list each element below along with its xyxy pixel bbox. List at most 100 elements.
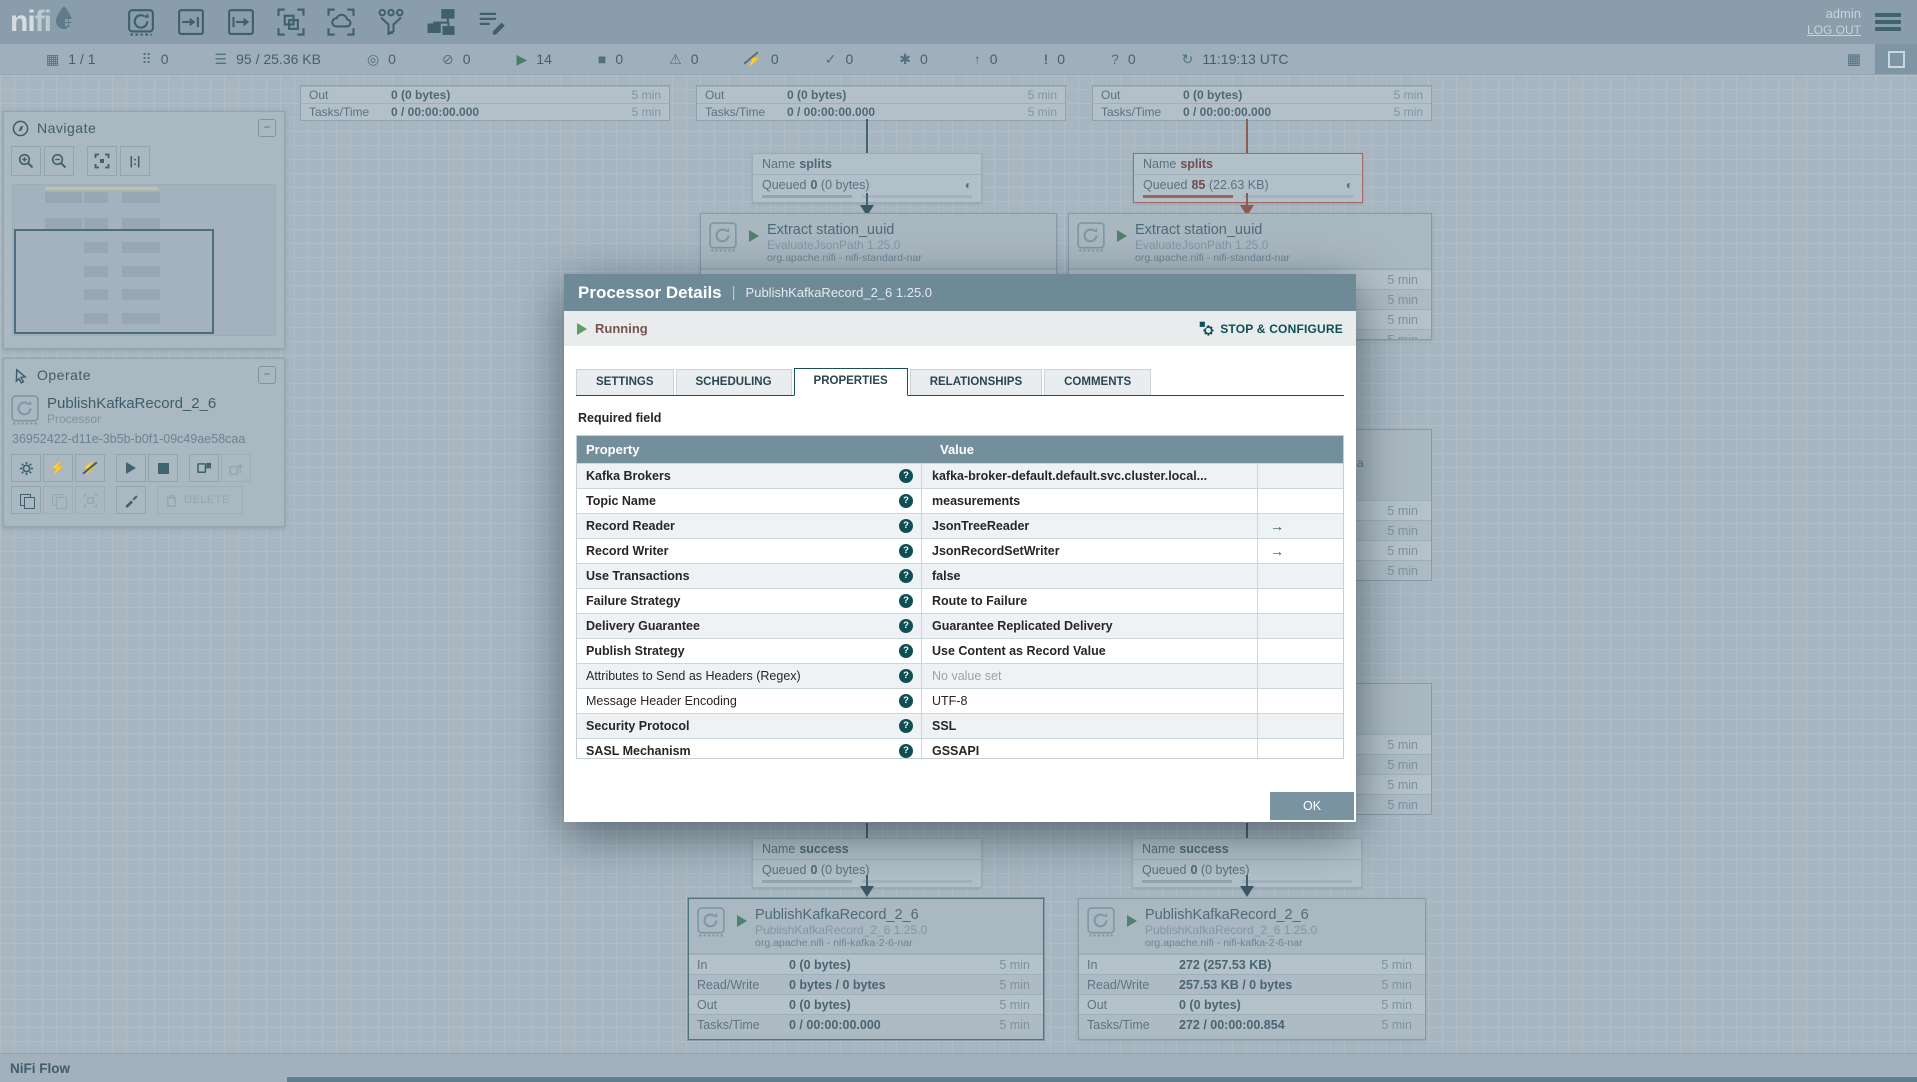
last-refresh[interactable]: ↻ 11:19:13 UTC [1182,51,1289,68]
zoom-in-icon [18,153,34,169]
dialog-tab[interactable]: SCHEDULING [676,369,792,395]
connection-name: success [1179,842,1228,856]
help-icon[interactable]: ? [899,469,913,483]
birdseye-block [45,187,158,190]
navigate-panel: Navigate − |:| [3,111,285,349]
delete-button[interactable]: DELETE [157,486,243,514]
help-icon[interactable]: ? [899,519,913,533]
processor-publishkafkarecord-right[interactable]: PublishKafkaRecord_2_6 PublishKafkaRecor… [1078,898,1426,1040]
help-icon[interactable]: ? [899,644,913,658]
help-icon[interactable]: ? [899,494,913,508]
change-color-button[interactable] [116,486,146,514]
group-icon [83,493,98,508]
required-field-note: Required field [578,411,1344,425]
disable-button[interactable]: ⚡ [75,454,105,482]
running-icon: ▶ [517,51,528,68]
start-button[interactable] [116,454,146,482]
processor-stamp-icon [11,395,39,425]
processor-stats-partial[interactable]: Out0 (0 bytes)5 minTasks/Time0 / 00:00:0… [300,85,670,121]
funnel-icon[interactable] [376,7,406,37]
processor-stats-partial[interactable]: Out0 (0 bytes)5 minTasks/Time0 / 00:00:0… [1092,85,1432,121]
not-transmitting-icon: ⊘ [442,51,454,68]
go-to-service-icon[interactable]: → [1270,543,1284,559]
paste-button[interactable] [43,486,73,514]
connection-label-splits-backpressure[interactable]: Namesplits Queued85 (22.63 KB)◐ [1133,153,1363,203]
fit-icon [94,153,110,169]
collapse-navigate-button[interactable]: − [258,119,276,137]
property-row: Attributes to Send as Headers (Regex) ? … [577,663,1343,688]
breadcrumb[interactable]: NiFi Flow [10,1061,70,1076]
refresh-icon[interactable]: ↻ [1182,51,1194,68]
help-icon[interactable]: ? [899,619,913,633]
status-count: 0 [920,51,928,67]
trash-icon [164,493,179,508]
queued-count: 0 [810,863,817,877]
processor-type: EvaluateJsonPath 1.25.0 [767,238,922,252]
dialog-tab[interactable]: RELATIONSHIPS [910,369,1042,395]
go-to-service-icon[interactable]: → [1270,518,1284,534]
dialog-tab[interactable]: PROPERTIES [794,368,908,396]
zoom-in-button[interactable] [11,146,41,176]
connection-line [866,119,868,153]
property-name: Attributes to Send as Headers (Regex) [577,669,801,683]
global-menu-icon[interactable] [1875,10,1901,34]
logout-link[interactable]: LOG OUT [1807,22,1861,38]
template-icon[interactable] [426,7,456,37]
search-button[interactable] [1875,44,1917,74]
stopped-icon: ■ [598,51,606,67]
zoom-out-button[interactable] [44,146,74,176]
remote-process-group-icon[interactable] [326,7,356,37]
configure-button[interactable] [11,454,41,482]
save-version-button[interactable] [189,454,219,482]
birdseye-viewport[interactable] [14,229,214,334]
enable-button[interactable]: ⚡ [43,454,73,482]
stop-button[interactable] [148,454,178,482]
property-row: Topic Name ? measurements → [577,488,1343,513]
collapse-operate-button[interactable]: − [258,366,276,384]
property-name: Use Transactions [577,569,690,583]
status-count: 0 [388,51,396,67]
group-button[interactable] [75,486,105,514]
copy-button[interactable] [11,486,41,514]
dialog-tab[interactable]: COMMENTS [1044,369,1151,395]
zoom-fit-button[interactable] [87,146,117,176]
ok-button[interactable]: OK [1270,792,1354,820]
birdseye-toggle-icon[interactable]: ▦ [1847,50,1861,68]
brush-icon [124,493,139,508]
zoom-actual-button[interactable]: |:| [120,146,150,176]
stat-row: Out0 (0 bytes)5 min [689,994,1043,1014]
connection-name: success [799,842,848,856]
status-count: 0 [463,51,471,67]
help-icon[interactable]: ? [899,694,913,708]
locally-modified-stale-icon: ! [1044,51,1049,67]
help-icon[interactable]: ? [899,569,913,583]
stop-and-configure-button[interactable]: STOP & CONFIGURE [1199,321,1343,337]
input-port-icon[interactable] [176,7,206,37]
dialog-tab[interactable]: SETTINGS [576,369,674,395]
revert-version-button[interactable] [221,454,251,482]
help-icon[interactable]: ? [899,719,913,733]
dialog-title-separator: | [732,284,736,301]
label-icon[interactable] [476,7,506,37]
process-group-icon[interactable] [276,7,306,37]
processor-publishkafkarecord-left[interactable]: PublishKafkaRecord_2_6 PublishKafkaRecor… [688,898,1044,1040]
copy-icon [20,494,33,507]
stat-row: Out0 (0 bytes)5 min [697,86,1065,103]
help-icon[interactable]: ? [899,669,913,683]
bottom-scrollbar[interactable] [287,1077,1917,1082]
status-count: 1 / 1 [68,51,95,67]
search-icon [1888,51,1905,68]
help-icon[interactable]: ? [899,594,913,608]
output-port-icon[interactable] [226,7,256,37]
birdseye-block [122,192,160,203]
birdseye-minimap[interactable] [12,184,276,336]
help-icon[interactable]: ? [899,544,913,558]
help-icon[interactable]: ? [899,744,913,758]
flow-revert-icon [229,461,244,476]
birdseye-block [122,218,160,229]
connection-arrow [860,886,874,897]
logo-text-fi: fi [35,5,51,39]
processor-stats-partial[interactable]: Out0 (0 bytes)5 minTasks/Time0 / 00:00:0… [696,85,1066,121]
processor-type: PublishKafkaRecord_2_6 1.25.0 [755,923,927,937]
processor-icon[interactable] [126,7,156,37]
